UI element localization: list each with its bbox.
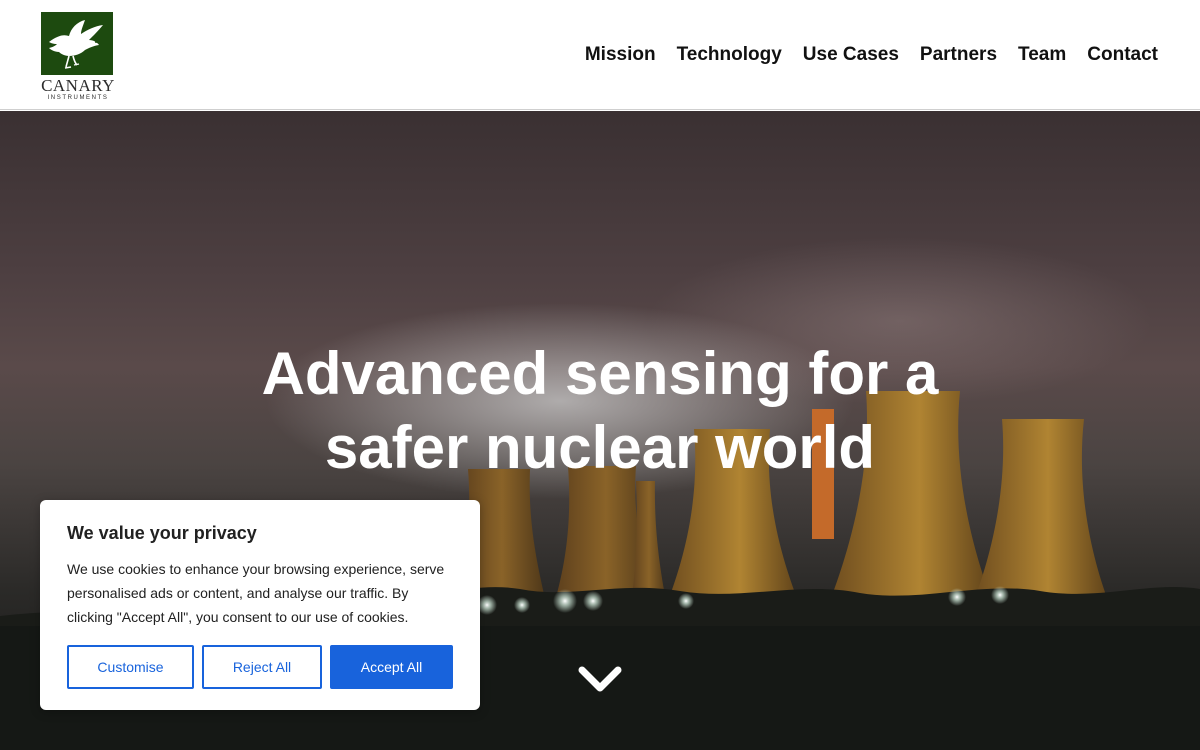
nav-item-team[interactable]: Team [1018, 43, 1066, 67]
cookie-banner: We value your privacy We use cookies to … [40, 500, 480, 710]
nav-item-partners[interactable]: Partners [920, 43, 997, 67]
customise-button[interactable]: Customise [67, 645, 194, 689]
nav-item-mission[interactable]: Mission [585, 43, 656, 67]
nav-item-contact[interactable]: Contact [1087, 43, 1158, 67]
nav-item-use-cases[interactable]: Use Cases [803, 43, 899, 67]
cookie-buttons: Customise Reject All Accept All [67, 645, 453, 689]
accept-all-button[interactable]: Accept All [330, 645, 453, 689]
hero-title: Advanced sensing for a safer nuclear wor… [261, 340, 939, 481]
canary-bird-icon [41, 12, 113, 75]
logo-subtitle: INSTRUMENTS [47, 95, 109, 101]
logo[interactable]: CANARY INSTRUMENTS [41, 12, 115, 104]
nav-item-technology[interactable]: Technology [677, 43, 782, 67]
cookie-text: We use cookies to enhance your browsing … [67, 561, 445, 625]
cookie-title: We value your privacy [67, 523, 257, 543]
site-header: CANARY INSTRUMENTS Mission Technology Us… [0, 0, 1200, 110]
logo-name: CANARY [41, 76, 115, 95]
chevron-down-icon[interactable] [576, 663, 624, 697]
main-nav: Mission Technology Use Cases Partners Te… [585, 43, 1158, 67]
reject-all-button[interactable]: Reject All [202, 645, 322, 689]
